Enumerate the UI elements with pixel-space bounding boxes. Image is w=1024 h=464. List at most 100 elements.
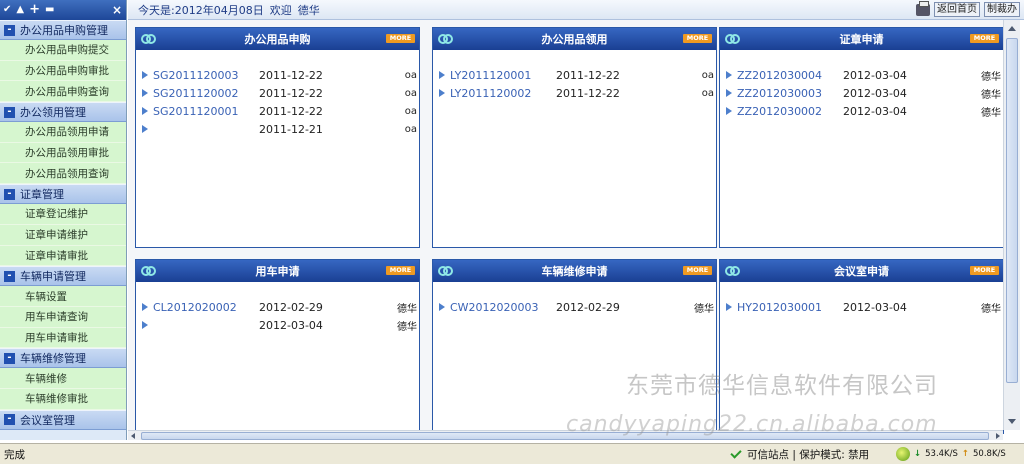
network-ball-icon[interactable]	[896, 447, 910, 461]
sidebar-group-header[interactable]: - 会议室管理	[0, 409, 126, 430]
record-code-link[interactable]: SG2011120002	[153, 87, 259, 100]
collapse-icon[interactable]: -	[4, 188, 15, 200]
collapse-icon[interactable]: -	[4, 352, 15, 364]
top-bar: 今天是:2012年04月08日 欢迎 德华 返回首页 制裁办	[128, 0, 1024, 20]
sidebar-item[interactable]: 办公用品领用审批	[0, 142, 126, 164]
portal-panel: 办公用品领用 MORE LY2011120001 2011-12-22 oa LY2011…	[432, 27, 717, 248]
sidebar-group-header[interactable]: - 证章管理	[0, 184, 126, 205]
list-item[interactable]: LY2011120002 2011-12-22 oa	[433, 84, 716, 102]
record-date: 2012-02-29	[259, 300, 323, 314]
tool-icon[interactable]: ▬	[45, 1, 54, 19]
panel-title: 证章申请	[839, 33, 884, 46]
list-item[interactable]: 2011-12-21 oa	[136, 120, 419, 138]
scroll-left-icon[interactable]	[131, 433, 135, 439]
check-icon[interactable]: ✔	[3, 1, 11, 19]
sidebar-group-header[interactable]: - 办公领用管理	[0, 102, 126, 123]
bullet-arrow-icon	[726, 89, 732, 97]
up-icon[interactable]: ▲	[16, 1, 24, 19]
list-item[interactable]: SG2011120003 2011-12-22 oa	[136, 66, 419, 84]
home-button[interactable]: 返回首页	[934, 2, 980, 17]
sidebar-item[interactable]: 证章申请维护	[0, 224, 126, 246]
list-item[interactable]: ZZ2012030004 2012-03-04 德华	[720, 66, 1003, 84]
list-item[interactable]: CW2012020003 2012-02-29 德华	[433, 298, 716, 316]
top-actions: 返回首页 制裁办	[916, 0, 1020, 17]
download-speed: 53.4K/S	[925, 449, 958, 459]
more-button[interactable]: MORE	[683, 34, 712, 43]
record-code-link[interactable]: LY2011120002	[450, 87, 556, 100]
list-item[interactable]: 2012-03-04 德华	[136, 316, 419, 334]
sidebar-item[interactable]: 用车申请审批	[0, 327, 126, 349]
record-code-link[interactable]: CW2012020003	[450, 301, 556, 314]
collapse-icon[interactable]: -	[4, 106, 15, 118]
record-code-link[interactable]: ZZ2012030004	[737, 69, 843, 82]
more-button[interactable]: MORE	[683, 266, 712, 275]
vertical-scrollbar[interactable]	[1003, 20, 1020, 430]
more-button[interactable]: MORE	[970, 34, 999, 43]
list-item[interactable]: SG2011120001 2011-12-22 oa	[136, 102, 419, 120]
sidebar-item[interactable]: 办公用品申购审批	[0, 60, 126, 82]
panel-title: 会议室申请	[834, 265, 889, 278]
record-code-link[interactable]: LY2011120001	[450, 69, 556, 82]
sidebar-item[interactable]: 办公用品领用申请	[0, 122, 126, 143]
panel-header: 车辆维修申请 MORE	[433, 260, 716, 282]
list-item[interactable]: ZZ2012030003 2012-03-04 德华	[720, 84, 1003, 102]
record-code-link[interactable]: SG2011120001	[153, 105, 259, 118]
collapse-icon[interactable]: -	[4, 24, 15, 36]
record-code-link[interactable]: ZZ2012030003	[737, 87, 843, 100]
scroll-up-icon[interactable]	[1008, 26, 1016, 31]
record-code-link[interactable]: ZZ2012030002	[737, 105, 843, 118]
panel-header: 办公用品领用 MORE	[433, 28, 716, 50]
office-button[interactable]: 制裁办	[984, 2, 1020, 17]
app-window: ✔ ▲ + ▬ × - 办公用品申购管理 办公用品申购提交 办公用品申购审批 办公用品申…	[0, 0, 1024, 464]
record-date: 2011-12-22	[259, 68, 323, 82]
upload-arrow-icon: ↑	[961, 449, 970, 459]
sidebar-menu: - 办公用品申购管理 办公用品申购提交 办公用品申购审批 办公用品申购查询 - 办公领用管理…	[0, 20, 126, 430]
collapse-icon[interactable]: -	[4, 270, 15, 282]
sidebar-group-header[interactable]: - 车辆申请管理	[0, 266, 126, 287]
scroll-thumb[interactable]	[1006, 38, 1018, 383]
bullet-arrow-icon	[142, 125, 148, 133]
list-item[interactable]: LY2011120001 2011-12-22 oa	[433, 66, 716, 84]
more-button[interactable]: MORE	[386, 266, 415, 275]
record-code-link[interactable]: CL2012020002	[153, 301, 259, 314]
scroll-down-icon[interactable]	[1008, 419, 1016, 424]
panel-title: 车辆维修申请	[541, 265, 608, 278]
sidebar-item[interactable]: 办公用品申购提交	[0, 40, 126, 61]
sidebar-item[interactable]: 车辆维修审批	[0, 388, 126, 410]
bullet-arrow-icon	[439, 303, 445, 311]
sidebar-group-header[interactable]: - 车辆维修管理	[0, 348, 126, 369]
link-icon	[438, 266, 453, 276]
plus-icon[interactable]: +	[29, 1, 40, 19]
user-name: 德华	[297, 3, 320, 17]
more-button[interactable]: MORE	[970, 266, 999, 275]
sidebar-group-header[interactable]: - 办公用品申购管理	[0, 20, 126, 40]
scroll-right-icon[interactable]	[996, 433, 1000, 439]
bullet-arrow-icon	[142, 107, 148, 115]
more-button[interactable]: MORE	[386, 34, 415, 43]
bullet-arrow-icon	[726, 303, 732, 311]
security-zone[interactable]: 可信站点 | 保护模式: 禁用	[730, 446, 869, 462]
sidebar-item[interactable]: 车辆维修	[0, 368, 126, 389]
list-item[interactable]: SG2011120002 2011-12-22 oa	[136, 84, 419, 102]
record-code-link[interactable]: SG2011120003	[153, 69, 259, 82]
bullet-arrow-icon	[439, 89, 445, 97]
panel-list: SG2011120003 2011-12-22 oa SG2011120002 2011…	[136, 50, 419, 138]
list-item[interactable]: HY2012030001 2012-03-04 德华	[720, 298, 1003, 316]
sidebar-item[interactable]: 证章登记维护	[0, 204, 126, 225]
list-item[interactable]: CL2012020002 2012-02-29 德华	[136, 298, 419, 316]
panel-header: 办公用品申购 MORE	[136, 28, 419, 50]
record-date: 2011-12-22	[556, 68, 620, 82]
sidebar-item[interactable]: 证章申请审批	[0, 245, 126, 267]
printer-icon[interactable]	[916, 0, 930, 16]
sidebar-item[interactable]: 用车申请查询	[0, 306, 126, 328]
collapse-icon[interactable]: -	[4, 414, 15, 426]
sidebar-item[interactable]: 办公用品领用查询	[0, 163, 126, 185]
status-bar: 完成 可信站点 | 保护模式: 禁用 ↓ 53.4K/S ↑ 50.8K/S	[0, 443, 1024, 464]
list-item[interactable]: ZZ2012030002 2012-03-04 德华	[720, 102, 1003, 120]
close-icon[interactable]: ×	[112, 1, 122, 19]
record-code-link[interactable]: HY2012030001	[737, 301, 843, 314]
record-owner: oa	[701, 69, 714, 81]
sidebar-item[interactable]: 办公用品申购查询	[0, 81, 126, 103]
panel-title: 办公用品申购	[244, 33, 311, 46]
sidebar-item[interactable]: 车辆设置	[0, 286, 126, 307]
